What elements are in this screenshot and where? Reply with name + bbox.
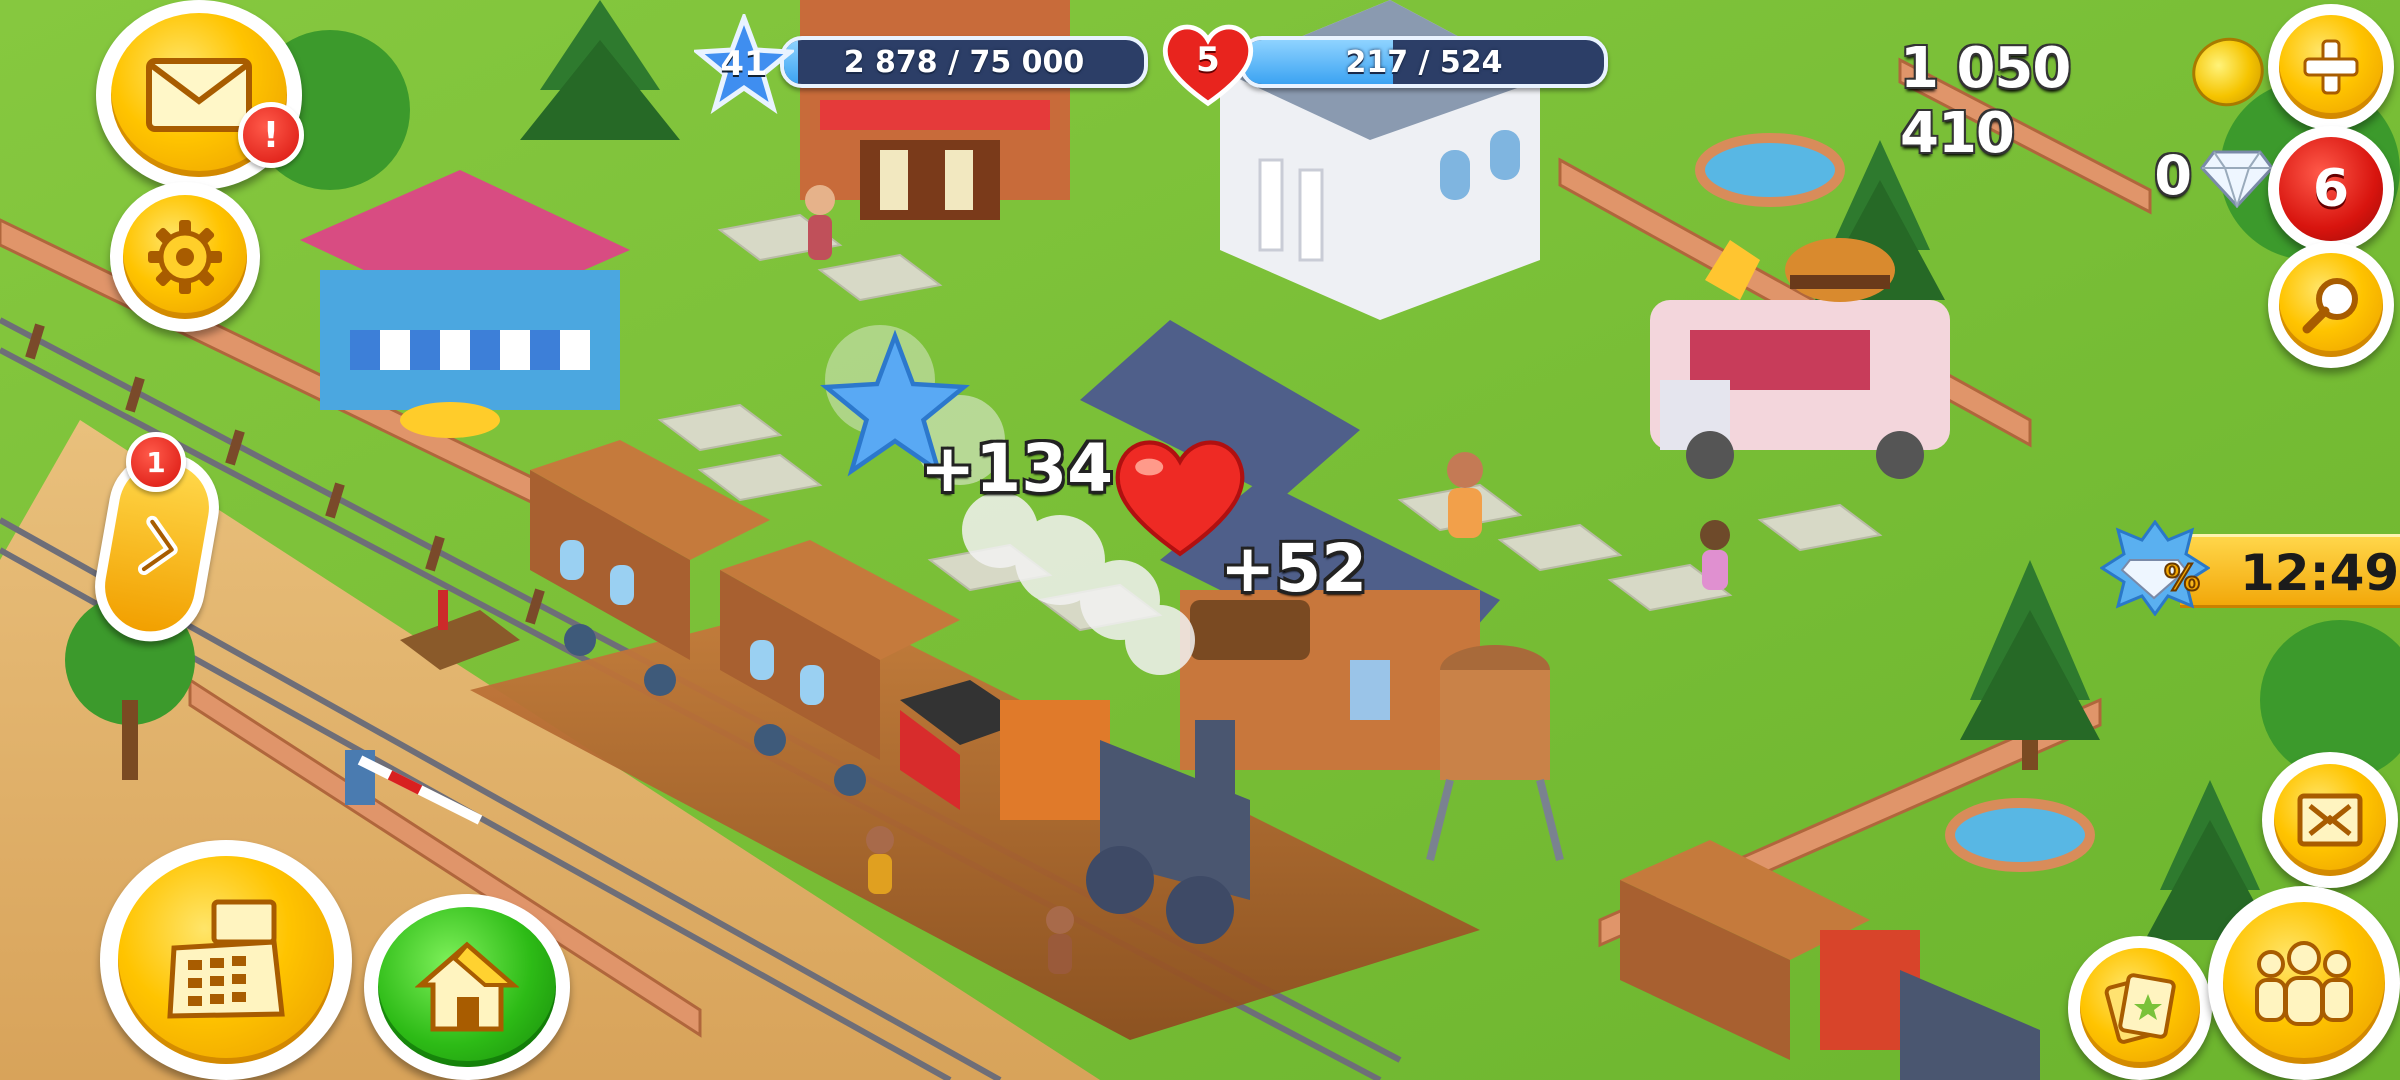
home-icon — [415, 941, 519, 1032]
mail-alert-badge: ! — [238, 102, 304, 168]
mail-alert-text: ! — [262, 114, 280, 156]
hearts-progress-bar[interactable]: 217 / 524 — [1240, 36, 1608, 88]
level-star[interactable]: 41 — [694, 14, 794, 114]
side-panel-badge-count: 1 — [146, 445, 166, 479]
search-button[interactable] — [2268, 242, 2394, 368]
discount-diamond-icon: % — [2100, 520, 2210, 616]
tree-trunk — [122, 700, 138, 780]
hearts-progress-text: 217 / 524 — [1345, 44, 1503, 80]
heart-gain-popup: +52 — [1110, 430, 1367, 610]
cash-register-button[interactable] — [100, 840, 352, 1080]
people-icon — [2255, 941, 2353, 1026]
add-coins-button[interactable] — [2268, 4, 2394, 130]
pond — [1695, 133, 1845, 207]
villager[interactable] — [866, 826, 894, 894]
offer-timer-text: 12:49 — [2240, 544, 2400, 602]
shop-badge-button[interactable]: 6 — [2268, 126, 2394, 252]
diamonds-amount: 0 — [2154, 144, 2192, 207]
villager[interactable] — [1700, 520, 1730, 590]
coin-icon — [2182, 27, 2274, 117]
diamond-icon — [2200, 150, 2274, 208]
hearts-level[interactable]: 5 — [1160, 18, 1256, 108]
heart-gain-text: +52 — [1220, 530, 1368, 607]
plus-icon — [2303, 39, 2359, 95]
side-panel-badge: 1 — [126, 432, 186, 492]
xp-progress-text: 2 878 / 75 000 — [843, 44, 1085, 80]
theatre-building[interactable] — [800, 0, 1070, 220]
fullscreen-button[interactable] — [2262, 752, 2398, 888]
home-button-face — [378, 907, 556, 1067]
level-number: 41 — [720, 44, 768, 84]
pond — [1945, 798, 2095, 872]
cards-icon — [2104, 973, 2176, 1044]
album-button[interactable] — [2068, 936, 2212, 1080]
villager[interactable] — [1046, 906, 1074, 974]
expand-arrows-icon — [2297, 793, 2363, 847]
settings-button[interactable] — [110, 182, 260, 332]
xp-gain-popup: +134 — [820, 330, 1113, 510]
shop-badge: 6 — [2279, 137, 2383, 241]
shop-badge-count: 6 — [2312, 159, 2350, 219]
mail-icon — [146, 58, 252, 132]
friends-button[interactable] — [2208, 886, 2400, 1080]
svg-text:%: % — [2164, 558, 2200, 599]
chevron-right-icon — [137, 515, 178, 576]
villager[interactable] — [805, 185, 835, 260]
diamonds-counter: 0 — [2100, 140, 2280, 210]
xp-gain-text: +134 — [920, 430, 1114, 507]
gear-icon — [148, 220, 222, 294]
coins-counter: 1 050 410 — [1900, 27, 2274, 166]
villager[interactable] — [1447, 452, 1483, 538]
hearts-level-number: 5 — [1196, 40, 1220, 80]
special-offer-timer[interactable]: 12:49 % — [2100, 520, 2400, 616]
cash-register-icon — [167, 899, 285, 1019]
xp-progress-bar[interactable]: 2 878 / 75 000 — [780, 36, 1148, 88]
home-button[interactable] — [364, 894, 570, 1080]
magnifier-icon — [2302, 278, 2358, 334]
